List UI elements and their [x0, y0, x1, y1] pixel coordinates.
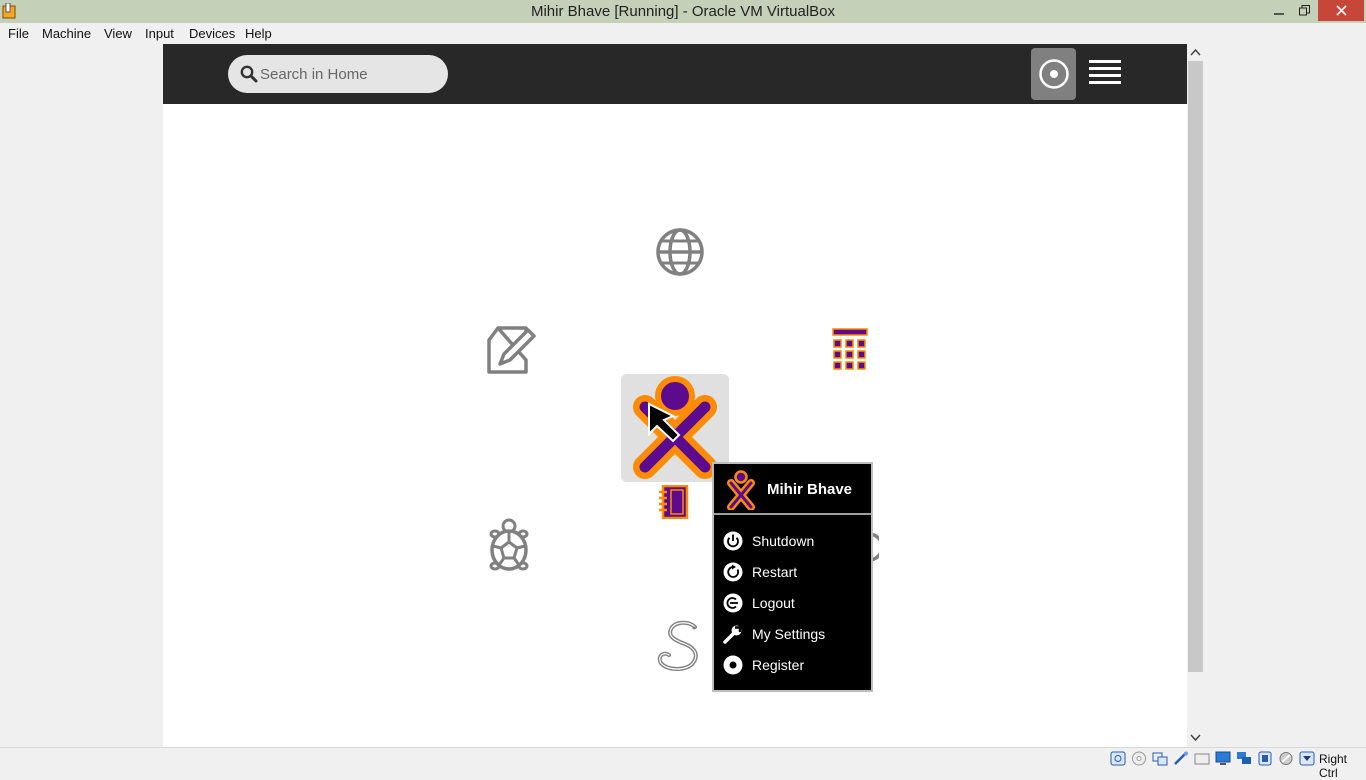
close-icon [1335, 5, 1347, 16]
menu-input[interactable]: Input [145, 26, 174, 41]
scrollbar-thumb[interactable] [1188, 61, 1203, 672]
host-key-label: Right Ctrl [1319, 752, 1348, 780]
optical-drive-icon[interactable] [1131, 751, 1147, 766]
guest-display: Mihir Bhave Shutdown Restart [163, 44, 1187, 747]
globe-icon[interactable] [655, 227, 705, 277]
minimize-icon [1273, 12, 1284, 15]
restart-menu-item[interactable]: Restart [714, 558, 871, 586]
menu-devices[interactable]: Devices [189, 26, 235, 41]
menu-file[interactable]: File [8, 26, 29, 41]
search-input[interactable] [260, 64, 430, 84]
menu-view[interactable]: View [104, 26, 132, 41]
cpu-icon[interactable] [1278, 751, 1294, 766]
scroll-up-arrow-icon[interactable] [1190, 48, 1201, 56]
sugar-toolbar [163, 44, 1187, 104]
register-menu-item[interactable]: Register [714, 651, 871, 679]
xo-user-icon [727, 470, 755, 510]
menubar: File Machine View Input Devices Help [0, 23, 1366, 44]
audio-icon[interactable] [1152, 751, 1168, 766]
register-icon [723, 655, 743, 675]
my-settings-label: My Settings [752, 626, 826, 642]
write-icon[interactable] [486, 324, 538, 376]
restore-button[interactable] [1292, 0, 1317, 21]
search-icon [240, 65, 258, 83]
my-settings-menu-item[interactable]: My Settings [714, 620, 871, 648]
restart-label: Restart [752, 564, 798, 580]
scroll-down-arrow-icon[interactable] [1190, 734, 1201, 742]
network-icon[interactable] [1236, 751, 1252, 766]
wrench-icon [723, 625, 742, 644]
palette-header: Mihir Bhave [714, 464, 871, 515]
hard-disk-icon[interactable] [1110, 751, 1126, 766]
buddy-palette-menu: Mihir Bhave Shutdown Restart Logout My S… [712, 462, 873, 692]
menu-machine[interactable]: Machine [42, 26, 91, 41]
close-button[interactable] [1318, 0, 1364, 21]
display-icon[interactable] [1215, 751, 1231, 766]
menu-help[interactable]: Help [245, 26, 272, 41]
shutdown-label: Shutdown [752, 533, 815, 549]
search-box[interactable] [228, 55, 448, 93]
usb-icon[interactable] [1173, 751, 1189, 766]
vertical-scrollbar[interactable] [1187, 44, 1204, 747]
python-snake-icon[interactable] [655, 619, 705, 673]
logout-label: Logout [752, 595, 795, 611]
turtle-icon[interactable] [485, 518, 533, 576]
power-icon [723, 531, 743, 551]
home-view-button[interactable] [1031, 48, 1076, 100]
shared-folder-icon[interactable] [1194, 751, 1210, 766]
window-title: Mihir Bhave [Running] - Oracle VM Virtua… [530, 3, 835, 20]
logout-icon [723, 593, 743, 613]
list-view-icon[interactable] [1087, 56, 1123, 90]
ring-view-icon [1038, 59, 1069, 89]
minimize-button[interactable] [1266, 0, 1291, 21]
vm-statusbar: Right Ctrl [0, 747, 1366, 780]
register-label: Register [752, 657, 805, 673]
palette-user-name: Mihir Bhave [767, 481, 853, 498]
keyboard-capture-icon[interactable] [1299, 751, 1315, 766]
video-capture-icon[interactable] [1257, 751, 1273, 766]
logout-menu-item[interactable]: Logout [714, 589, 871, 617]
shutdown-menu-item[interactable]: Shutdown [714, 527, 871, 555]
restart-icon [723, 562, 743, 582]
journal-icon[interactable] [658, 485, 690, 519]
restore-icon [1299, 5, 1310, 16]
calculator-icon[interactable] [832, 327, 868, 377]
window-titlebar: Mihir Bhave [Running] - Oracle VM Virtua… [0, 0, 1366, 23]
